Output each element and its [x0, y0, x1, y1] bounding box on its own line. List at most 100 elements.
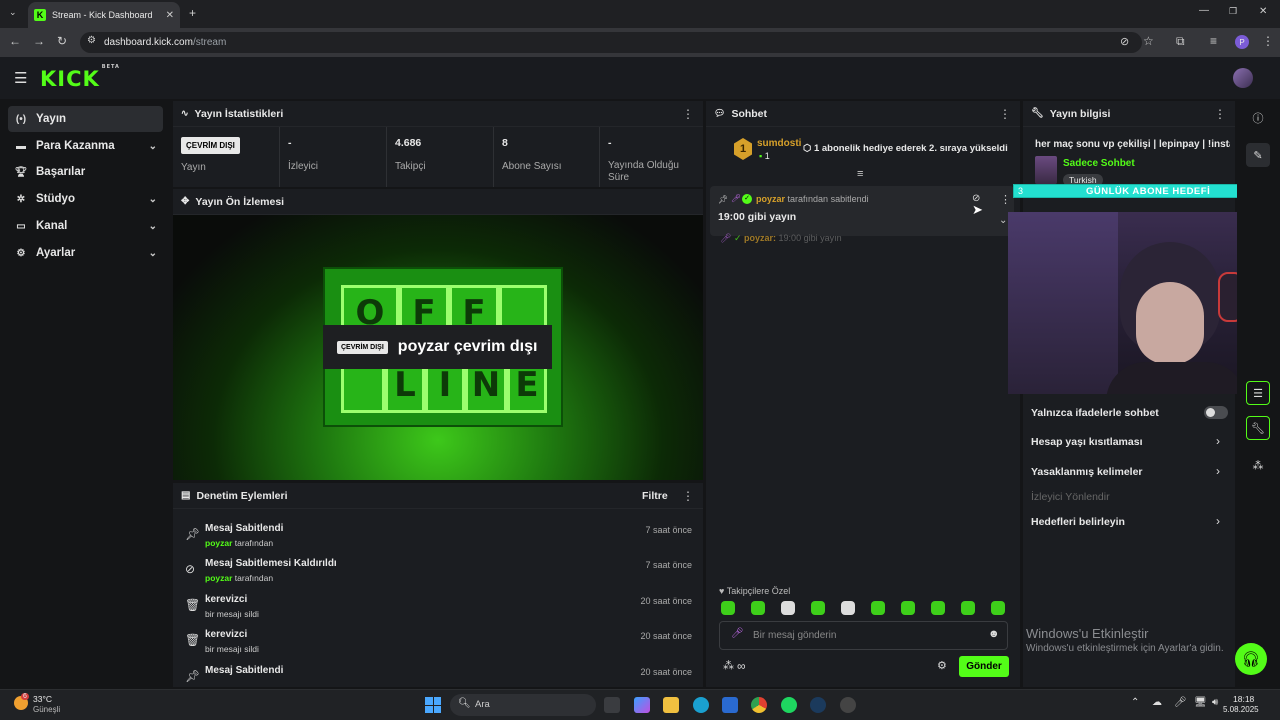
network-icon[interactable]: 🖥︎: [1194, 697, 1207, 708]
file-explorer-icon[interactable]: [663, 697, 679, 713]
windows-start-icon[interactable]: [425, 697, 441, 713]
layout-icon[interactable]: ☰: [1246, 381, 1270, 405]
task-view-icon[interactable]: [604, 697, 620, 713]
chat-user[interactable]: poyzar:: [744, 233, 776, 243]
taskbar-search[interactable]: 🔍︎ Ara: [450, 694, 596, 716]
preview-header: ✥ Yayın Ön İzlemesi: [173, 189, 703, 215]
more-options-icon[interactable]: ⋮: [1214, 107, 1226, 121]
edge-icon[interactable]: [693, 697, 709, 713]
copilot-icon[interactable]: [634, 697, 650, 713]
forward-icon[interactable]: →: [33, 34, 45, 48]
chat-settings-icon[interactable]: ⚙: [937, 659, 947, 672]
setting-account-age[interactable]: Hesap yaşı kısıtlaması: [1031, 436, 1143, 448]
emote[interactable]: [991, 601, 1005, 615]
sidebar-item-yayin[interactable]: (•) Yayın: [8, 106, 163, 132]
gift-user[interactable]: sumdosti: [757, 138, 801, 149]
filter-button[interactable]: Filtre: [642, 490, 668, 502]
reload-icon[interactable]: ↻: [57, 34, 67, 48]
stat-uptime: - Yayında Olduğu Süre: [600, 127, 703, 187]
hamburger-menu-icon[interactable]: ☰: [14, 69, 27, 87]
modlog-sub: poyzar tarafından: [205, 538, 273, 548]
clock-date[interactable]: 5.08.2025: [1223, 705, 1259, 714]
stream-preview[interactable]: O F F L I N E ÇEVRİM DIŞI poyzar çevrim …: [173, 215, 703, 480]
more-options-icon[interactable]: ⋮: [999, 107, 1011, 121]
setting-banned-words[interactable]: Yasaklanmış kelimeler: [1031, 466, 1143, 478]
sidebar-item-ayarlar[interactable]: ⚙ Ayarlar ⌄: [8, 240, 163, 266]
emote[interactable]: [901, 601, 915, 615]
setting-set-goals[interactable]: Hedefleri belirleyin: [1031, 516, 1125, 528]
spotify-icon[interactable]: [781, 697, 797, 713]
url-field[interactable]: ⚙ dashboard.kick.com/stream ⊘: [80, 32, 1142, 53]
chat-input[interactable]: 🎤︎ Bir mesaj gönderin ☻: [719, 621, 1008, 650]
media-icon[interactable]: ≡: [1210, 34, 1217, 48]
emote-only-toggle[interactable]: [1204, 406, 1228, 419]
tab-close-icon[interactable]: ✕: [166, 10, 174, 21]
minimize-icon[interactable]: —: [1199, 5, 1209, 16]
tray-chevron-icon[interactable]: ⌃: [1131, 697, 1139, 708]
modlog-title[interactable]: kerevizci: [205, 594, 247, 605]
new-tab-icon[interactable]: +: [189, 6, 196, 20]
start-tile: [433, 697, 441, 705]
more-options-icon[interactable]: ⋮: [682, 107, 694, 121]
pinned-more-icon[interactable]: ⋮: [1000, 193, 1011, 206]
emote[interactable]: [721, 601, 735, 615]
info-icon[interactable]: ⓘ: [1246, 106, 1270, 130]
user-avatar[interactable]: [1233, 68, 1253, 88]
microphone-icon[interactable]: 🎤︎: [1174, 697, 1187, 708]
category-name[interactable]: Sadece Sohbet: [1063, 158, 1135, 169]
sidebar-item-basarilar[interactable]: 🏆︎ Başarılar: [8, 159, 163, 185]
modlog-user[interactable]: poyzar: [205, 573, 232, 583]
emoji-icon[interactable]: ☻: [988, 628, 1000, 640]
chevron-down-icon[interactable]: ⌄: [999, 215, 1007, 226]
kick-logo[interactable]: KICK BETA: [40, 64, 120, 91]
send-button[interactable]: Gönder: [959, 656, 1009, 677]
emote[interactable]: [871, 601, 885, 615]
sidebar-item-kanal[interactable]: ▭ Kanal ⌄: [8, 213, 163, 239]
support-headset-icon[interactable]: 🎧︎: [1235, 643, 1267, 675]
tab-menu-icon[interactable]: ⌄: [9, 7, 17, 18]
pencil-icon[interactable]: ✎: [1246, 143, 1270, 167]
emote[interactable]: [931, 601, 945, 615]
extensions-icon[interactable]: ⧉: [1176, 34, 1185, 49]
browser-menu-icon[interactable]: ⋮: [1262, 34, 1274, 48]
steam-icon[interactable]: [810, 697, 826, 713]
infinity-icon[interactable]: ∞: [737, 659, 746, 673]
chevron-right-icon[interactable]: ›: [1216, 464, 1220, 478]
emote[interactable]: [841, 601, 855, 615]
restore-icon[interactable]: ❐: [1229, 6, 1237, 17]
eye-off-icon[interactable]: ⊘: [1120, 35, 1129, 48]
profile-avatar[interactable]: P: [1235, 35, 1249, 49]
sidebar-item-para-kazanma[interactable]: ▬ Para Kazanma ⌄: [8, 133, 163, 159]
apps-icon[interactable]: ⁂: [1246, 453, 1270, 477]
obs-icon[interactable]: [840, 697, 856, 713]
modlog-title[interactable]: kerevizci: [205, 629, 247, 640]
pinned-by-user[interactable]: poyzar: [756, 194, 785, 204]
sidebar-item-label: Kanal: [36, 220, 68, 232]
chevron-right-icon[interactable]: ›: [1216, 514, 1220, 528]
bookmark-star-icon[interactable]: ☆: [1143, 34, 1154, 48]
clock-time[interactable]: 18:18: [1233, 694, 1254, 704]
modlog-row: 📌︎ Mesaj Sabitlendi 20 saat önce: [173, 661, 703, 687]
points-icon[interactable]: ⁂: [723, 659, 734, 672]
sidebar-item-studyo[interactable]: ✲ Stüdyo ⌄: [8, 186, 163, 212]
site-info-icon[interactable]: ⚙: [87, 35, 96, 46]
back-icon[interactable]: ←: [9, 34, 21, 48]
modlog-title: Mesaj Sabitlendi: [205, 665, 284, 676]
store-icon[interactable]: [722, 697, 738, 713]
collapse-icon[interactable]: ≡: [857, 168, 863, 180]
chevron-right-icon[interactable]: ›: [1216, 434, 1220, 448]
browser-tab[interactable]: K Stream - Kick Dashboard ✕: [28, 2, 180, 28]
wrench-icon[interactable]: 🔧︎: [1246, 416, 1270, 440]
emote[interactable]: [781, 601, 795, 615]
emote[interactable]: [751, 601, 765, 615]
volume-icon[interactable]: 🔊︎: [1212, 697, 1218, 708]
window-close-icon[interactable]: ✕: [1259, 6, 1267, 17]
more-options-icon[interactable]: ⋮: [682, 489, 694, 503]
emote[interactable]: [961, 601, 975, 615]
modlog-user[interactable]: poyzar: [205, 538, 232, 548]
chrome-icon[interactable]: [751, 697, 767, 713]
heart-icon: ♥: [719, 586, 725, 596]
tray-app-icon[interactable]: ☁: [1152, 697, 1162, 708]
gift-text: ⬡ 1 abonelik hediye ederek 2. sıraya yük…: [803, 143, 1008, 154]
emote[interactable]: [811, 601, 825, 615]
